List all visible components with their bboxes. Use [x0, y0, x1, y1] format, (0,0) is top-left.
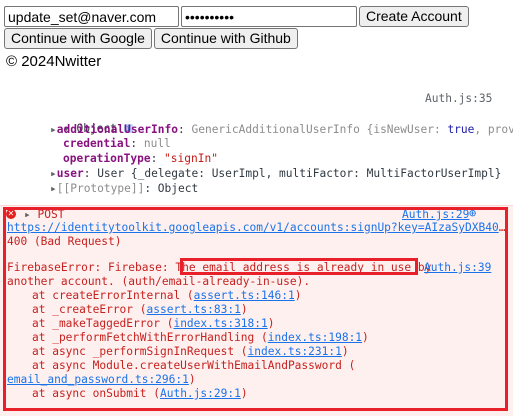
social-login-row: Continue with Google Continue with Githu… — [4, 28, 298, 49]
expand-right-icon[interactable]: ▸ — [50, 167, 57, 180]
operation-type-line: operationType: "signIn" — [63, 152, 218, 165]
property-value: "signIn" — [164, 152, 218, 165]
password-input[interactable] — [181, 6, 357, 27]
expand-right-icon[interactable]: ▸ — [50, 182, 57, 195]
expand-right-icon[interactable]: ▸ — [50, 123, 57, 136]
property-value-bool: true — [447, 123, 475, 136]
devtools-console[interactable]: Auth.js:35 ▾ Object i ▸additionalUserInf… — [0, 90, 513, 416]
continue-google-button[interactable]: Continue with Google — [4, 28, 152, 49]
signup-form-row: Create Account — [4, 6, 469, 27]
property-key: [[Prototype]] — [56, 182, 145, 195]
credential-line: credential: null — [63, 137, 171, 150]
property-key: operationType — [63, 152, 151, 165]
footer-text: © 2024Nwitter — [6, 53, 102, 70]
property-key: additionalUserInfo — [56, 123, 178, 136]
continue-github-button[interactable]: Continue with Github — [153, 28, 298, 49]
email-input[interactable] — [4, 6, 179, 27]
property-value: null — [143, 137, 171, 150]
prototype-line[interactable]: ▸[[Prototype]]: Object — [50, 182, 198, 196]
property-value: Object — [157, 182, 199, 195]
property-key: credential — [63, 137, 131, 150]
property-value: GenericAdditionalUserInfo {isNewUser: — [191, 123, 448, 136]
console-source-link[interactable]: Auth.js:35 — [425, 92, 492, 106]
property-value: User {_delegate: UserImpl, multiFactor: … — [97, 167, 502, 180]
property-value-tail: , prov — [474, 123, 513, 136]
property-key: user — [56, 167, 84, 180]
additional-user-info-line[interactable]: ▸additionalUserInfo: GenericAdditionalUs… — [50, 123, 513, 137]
highlight-box-outer — [3, 207, 508, 411]
user-line[interactable]: ▸user: User {_delegate: UserImpl, multiF… — [50, 167, 501, 181]
create-account-button[interactable]: Create Account — [359, 6, 469, 27]
